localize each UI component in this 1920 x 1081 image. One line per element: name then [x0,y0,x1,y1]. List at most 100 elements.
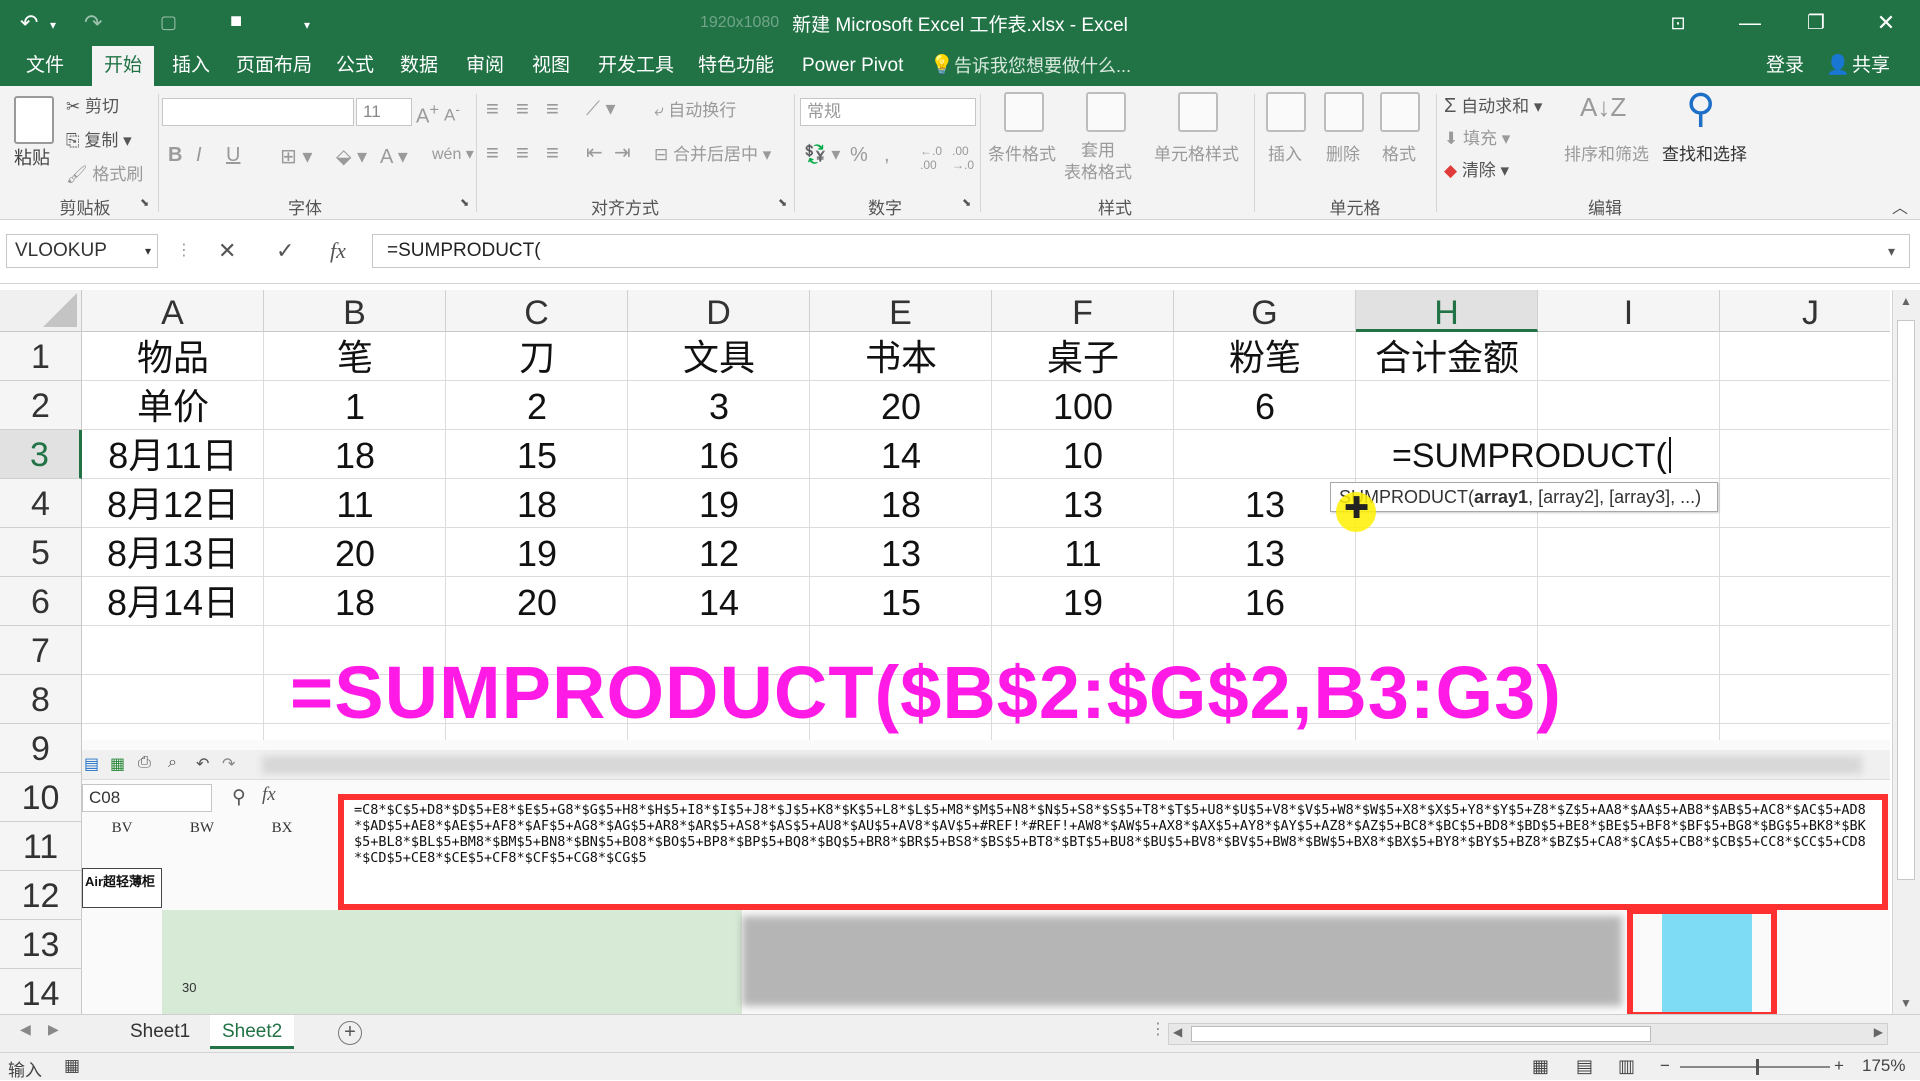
increase-indent-icon[interactable]: ⇥ [614,140,631,165]
column-header-f[interactable]: F [992,290,1174,332]
cell-c6[interactable]: 20 [446,577,628,626]
horizontal-scroll-thumb[interactable] [1191,1026,1651,1042]
zoom-out-button[interactable]: − [1660,1056,1670,1076]
cell-d4[interactable]: 19 [628,479,810,528]
row-header-6[interactable]: 6 [0,577,82,626]
cell-d3[interactable]: 16 [628,430,810,479]
fill-color-icon[interactable]: ⬙ ▾ [336,144,367,169]
sort-filter-icon[interactable]: A↓Z [1580,92,1626,123]
login-link[interactable]: 登录 [1766,46,1804,86]
fill-button[interactable]: ⬇ 填充 ▾ [1444,124,1510,149]
currency-icon[interactable]: 💱 ▾ [804,144,840,165]
cell-b1[interactable]: 笔 [264,332,446,381]
select-all-button[interactable] [0,290,82,332]
tab-special[interactable]: 特色功能 [686,46,786,86]
cell-c3[interactable]: 15 [446,430,628,479]
row-header-8[interactable]: 8 [0,675,82,724]
magnifier-icon[interactable]: ⚲ [1686,86,1715,132]
active-cell-editor[interactable]: =SUMPRODUCT( [1392,430,1712,479]
cell-g5[interactable]: 13 [1174,528,1356,577]
cancel-button[interactable]: ✕ [218,234,236,268]
tab-file[interactable]: 文件 [14,46,76,86]
row-header-3[interactable]: 3 [0,430,82,479]
column-header-b[interactable]: B [264,290,446,332]
minimize-button[interactable]: — [1730,6,1770,40]
tab-home[interactable]: 开始 [92,46,155,86]
borders-icon[interactable]: ⊞ ▾ [280,144,312,169]
name-box[interactable]: VLOOKUP ▾ [6,234,158,268]
italic-button[interactable]: I [196,144,202,167]
column-header-e[interactable]: E [810,290,992,332]
wrap-text-button[interactable]: ⤶ 自动换行 [654,96,736,121]
zoom-level[interactable]: 175% [1862,1056,1905,1076]
row-header-1[interactable]: 1 [0,332,82,381]
cell-styles-icon[interactable] [1178,92,1218,132]
cell-a1[interactable]: 物品 [82,332,264,381]
insert-cells-icon[interactable] [1266,92,1306,132]
add-sheet-button[interactable]: + [338,1021,362,1045]
column-header-h[interactable]: H [1356,290,1538,332]
row-header-14[interactable]: 14 [0,969,82,1014]
conditional-format-icon[interactable] [1004,92,1044,132]
orientation-icon[interactable]: ⟋ ▾ [586,96,616,121]
font-color-icon[interactable]: A ▾ [380,144,408,169]
align-middle-icon[interactable]: ≡ [516,96,529,122]
cell-b6[interactable]: 18 [264,577,446,626]
clear-button[interactable]: ◆ 清除 ▾ [1444,156,1509,181]
enter-button[interactable]: ✓ [276,234,294,268]
format-cells-button[interactable]: 格式 [1382,140,1416,165]
copy-button[interactable]: ⎘ 复制 ▾ [66,126,132,151]
row-header-13[interactable]: 13 [0,920,82,969]
tell-me-box[interactable]: 告诉我您想要做什么... [954,46,1131,86]
cell-e2[interactable]: 20 [810,381,992,430]
cell-d2[interactable]: 3 [628,381,810,430]
cell-c2[interactable]: 2 [446,381,628,430]
collapse-ribbon-icon[interactable]: ︿ [1892,194,1908,218]
scroll-right-icon[interactable]: ▶ [1874,1025,1883,1039]
font-size-field[interactable]: 11 [356,98,412,126]
cell-area[interactable]: 16 19 15 14 20 18 8月14日 13 11 13 12 19 20 8月13日 13 13 18… [82,332,1890,1014]
cell-b2[interactable]: 1 [264,381,446,430]
merge-center-button[interactable]: ⊟ 合并后居中 ▾ [654,140,771,165]
tab-page-layout[interactable]: 页面布局 [224,46,324,86]
cell-a3[interactable]: 8月11日 [82,430,264,479]
row-header-2[interactable]: 2 [0,381,82,430]
cell-f3[interactable]: 10 [992,430,1174,479]
format-as-table-icon[interactable] [1086,92,1126,132]
normal-view-icon[interactable]: ▦ [1532,1056,1549,1077]
cell-e5[interactable]: 13 [810,528,992,577]
bold-button[interactable]: B [168,144,182,167]
cell-f6[interactable]: 19 [992,577,1174,626]
restore-button[interactable]: ❐ [1796,6,1836,40]
phonetic-icon[interactable]: wén ▾ [432,144,474,164]
formula-input[interactable]: =SUMPRODUCT( [372,234,1910,268]
expand-formula-icon[interactable]: ▾ [1888,234,1895,268]
decrease-indent-icon[interactable]: ⇤ [586,140,603,165]
delete-cells-icon[interactable] [1324,92,1364,132]
tab-insert[interactable]: 插入 [160,46,222,86]
conditional-format-button[interactable]: 条件格式 [988,140,1056,165]
row-header-4[interactable]: 4 [0,479,82,528]
close-button[interactable]: ✕ [1866,6,1906,40]
align-top-icon[interactable]: ≡ [486,96,499,122]
cell-e3[interactable]: 14 [810,430,992,479]
horizontal-scrollbar[interactable]: ◀ ▶ [1168,1023,1888,1045]
cell-a2[interactable]: 单价 [82,381,264,430]
insert-cells-button[interactable]: 插入 [1268,140,1302,165]
share-button[interactable]: 共享 [1852,46,1890,86]
vertical-scrollbar[interactable]: ▲ ▼ [1892,290,1920,1014]
align-right-icon[interactable]: ≡ [546,140,559,166]
scroll-left-icon[interactable]: ◀ [1173,1025,1182,1039]
cell-styles-button[interactable]: 单元格样式 [1154,140,1239,165]
split-handle-icon[interactable]: ⋮ [1150,1019,1166,1039]
tab-formulas[interactable]: 公式 [324,46,386,86]
grow-font-icon[interactable]: A+ [416,100,439,129]
cell-c4[interactable]: 18 [446,479,628,528]
paste-icon[interactable] [14,96,54,144]
row-header-11[interactable]: 11 [0,822,82,871]
align-left-icon[interactable]: ≡ [486,140,499,166]
delete-cells-button[interactable]: 删除 [1326,140,1360,165]
column-header-d[interactable]: D [628,290,810,332]
cell-d1[interactable]: 文具 [628,332,810,381]
zoom-slider[interactable] [1680,1066,1830,1068]
